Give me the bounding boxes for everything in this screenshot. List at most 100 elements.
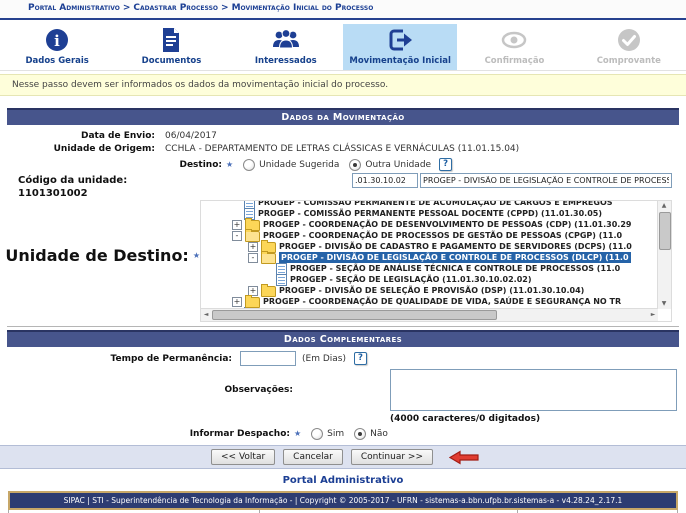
complementary-section-header: Dados Complementares bbox=[7, 330, 679, 347]
tree-node[interactable]: - PROGEP - COORDENAÇÃO DE PROCESSOS DE GE… bbox=[202, 230, 657, 241]
help-icon[interactable]: ? bbox=[354, 352, 367, 365]
leaf-icon bbox=[276, 274, 287, 286]
voltar-button[interactable]: << Voltar bbox=[211, 449, 275, 465]
collapse-icon[interactable]: - bbox=[248, 253, 258, 263]
tree-node[interactable]: - PROGEP - DIVISÃO DE LEGISLAÇÃO E CONTRO… bbox=[202, 252, 657, 263]
tree-node-label[interactable]: PROGEP - DIVISÃO DE SELEÇÃO E PROVISÃO (… bbox=[279, 285, 584, 296]
codigo-row: Código da unidade: 1101301002 bbox=[0, 173, 686, 200]
tree-node[interactable]: PROGEP - COMISSÃO PERMANENTE PESSOAL DOC… bbox=[202, 208, 657, 219]
tree-node[interactable]: + PROGEP - DIVISÃO DE SELEÇÃO E PROVISÃO … bbox=[202, 285, 657, 296]
tree-node-label[interactable]: PROGEP - DIVISÃO DE LEGISLAÇÃO E CONTROL… bbox=[279, 252, 631, 263]
tab-label: Documentos bbox=[114, 56, 228, 66]
destino-radio-group: Unidade Sugerida Outra Unidade bbox=[233, 159, 431, 171]
required-star-icon: ★ bbox=[294, 429, 301, 438]
destino-radio[interactable] bbox=[349, 159, 361, 171]
action-button-bar: << Voltar Cancelar Continuar >> bbox=[0, 445, 686, 469]
vertical-scroll-thumb[interactable] bbox=[659, 212, 671, 250]
breadcrumb-item[interactable]: Cadastrar Processo bbox=[133, 3, 218, 13]
footer-bar: SIPAC | STI - Superintendência de Tecnol… bbox=[8, 491, 678, 510]
unit-autocomplete-input[interactable] bbox=[420, 173, 672, 188]
tree-node[interactable]: PROGEP - SEÇÃO DE LEGISLAÇÃO (11.01.30.1… bbox=[202, 274, 657, 285]
despacho-radio[interactable] bbox=[354, 428, 366, 440]
expand-icon[interactable]: + bbox=[232, 297, 242, 307]
tree-node-label[interactable]: PROGEP - COORDENAÇÃO DE QUALIDADE DE VID… bbox=[263, 296, 621, 307]
expand-icon[interactable]: + bbox=[248, 242, 258, 252]
move-icon bbox=[343, 27, 457, 56]
horizontal-scroll-thumb[interactable] bbox=[212, 310, 497, 320]
despacho-radio-label[interactable]: Sim bbox=[327, 429, 344, 439]
scroll-down-icon[interactable]: ▼ bbox=[658, 299, 670, 309]
tab-dados-gerais[interactable]: iDados Gerais bbox=[0, 24, 114, 70]
breadcrumb-item[interactable]: Portal Administrativo bbox=[28, 3, 120, 13]
observations-textarea[interactable] bbox=[390, 369, 677, 411]
tab-label: Comprovante bbox=[572, 56, 686, 66]
destino-label: Destino: bbox=[0, 160, 222, 170]
expand-icon[interactable]: + bbox=[232, 220, 242, 230]
tempo-permanencia-input[interactable] bbox=[240, 351, 296, 366]
tree-node-label[interactable]: PROGEP - COORDENAÇÃO DE DESENVOLVIMENTO … bbox=[263, 219, 631, 230]
check-icon bbox=[572, 27, 686, 56]
tree-node[interactable]: + PROGEP - COORDENAÇÃO DE QUALIDADE DE VI… bbox=[202, 296, 657, 307]
unidade-destino-row: Unidade de Destino: ★ PROGEP - COMISSÃO … bbox=[0, 200, 686, 322]
tree-node[interactable]: + PROGEP - DIVISÃO DE CADASTRO E PAGAMENT… bbox=[202, 241, 657, 252]
tree-node-label[interactable]: PROGEP - SEÇÃO DE LEGISLAÇÃO (11.01.30.1… bbox=[290, 274, 531, 285]
tab-movimentacao-inicial[interactable]: Movimentação Inicial bbox=[343, 24, 457, 70]
breadcrumb: Portal Administrativo >Cadastrar Processo… bbox=[0, 0, 686, 20]
portal-administrativo-link[interactable]: Portal Administrativo bbox=[0, 475, 686, 486]
char-counter: (4000 caracteres/0 digitados) bbox=[390, 414, 686, 424]
scroll-up-icon[interactable]: ▲ bbox=[658, 201, 670, 211]
unit-code-input[interactable] bbox=[352, 173, 418, 188]
breadcrumb-item[interactable]: Movimentação Inicial do Processo bbox=[232, 3, 374, 13]
footer-text: SIPAC | STI - Superintendência de Tecnol… bbox=[64, 496, 623, 505]
step-tabs: iDados GeraisDocumentosInteressadosMovim… bbox=[0, 24, 686, 71]
tree-vertical-scrollbar[interactable]: ▲ ▼ bbox=[657, 201, 671, 309]
breadcrumb-separator: > bbox=[218, 3, 232, 13]
folder-closed-icon bbox=[245, 297, 260, 308]
despacho-radio-label[interactable]: Não bbox=[370, 429, 388, 439]
informar-despacho-label: Informar Despacho: bbox=[0, 429, 290, 439]
despacho-radio[interactable] bbox=[311, 428, 323, 440]
destino-radio-label[interactable]: Unidade Sugerida bbox=[259, 160, 339, 170]
destino-radio[interactable] bbox=[243, 159, 255, 171]
unit-tree-content: PROGEP - COMISSÃO PERMANENTE DE ACUMULAÇ… bbox=[202, 201, 657, 309]
observacoes-row: Observações: bbox=[0, 369, 686, 411]
scroll-left-icon[interactable]: ◄ bbox=[201, 310, 211, 320]
unidade-destino-label: Unidade de Destino: bbox=[5, 246, 188, 265]
tree-node-label[interactable]: PROGEP - SEÇÃO DE ANÁLISE TÉCNICA E CONT… bbox=[290, 263, 620, 274]
tree-horizontal-scrollbar[interactable]: ◄ ► bbox=[201, 308, 658, 321]
folder-closed-icon bbox=[261, 286, 276, 297]
folder-open-icon bbox=[261, 253, 276, 264]
unidade-origem-label: Unidade de Origem: bbox=[0, 144, 155, 154]
tree-node-label[interactable]: PROGEP - DIVISÃO DE CADASTRO E PAGAMENTO… bbox=[279, 241, 632, 252]
red-arrow-icon bbox=[449, 450, 479, 465]
tree-node-label[interactable]: PROGEP - COMISSÃO PERMANENTE PESSOAL DOC… bbox=[258, 208, 602, 219]
tree-node[interactable]: PROGEP - COMISSÃO PERMANENTE DE ACUMULAÇ… bbox=[202, 201, 657, 208]
tree-node[interactable]: PROGEP - SEÇÃO DE ANÁLISE TÉCNICA E CONT… bbox=[202, 263, 657, 274]
info-message: Nesse passo devem ser informados os dado… bbox=[0, 74, 686, 96]
expand-icon[interactable]: + bbox=[248, 286, 258, 296]
tab-comprovante: Comprovante bbox=[572, 24, 686, 70]
tempo-hint: (Em Dias) bbox=[302, 354, 346, 364]
collapse-icon[interactable]: - bbox=[232, 231, 242, 241]
document-icon bbox=[114, 27, 228, 56]
destino-row: Destino: ★ Unidade Sugerida Outra Unidade… bbox=[0, 158, 686, 171]
people-icon bbox=[229, 27, 343, 56]
required-star-icon: ★ bbox=[193, 251, 200, 260]
continuar-button[interactable]: Continuar >> bbox=[351, 449, 433, 465]
required-star-icon: ★ bbox=[226, 160, 233, 169]
movement-section-title: Dados da Movimentação bbox=[281, 112, 404, 123]
tree-node-label[interactable]: PROGEP - COORDENAÇÃO DE PROCESSOS DE GES… bbox=[263, 230, 622, 241]
observacoes-label: Observações: bbox=[0, 385, 293, 395]
eye-icon bbox=[457, 27, 571, 56]
tempo-permanencia-label: Tempo de Permanência: bbox=[0, 354, 232, 364]
help-icon[interactable]: ? bbox=[439, 158, 452, 171]
tab-documentos[interactable]: Documentos bbox=[114, 24, 228, 70]
tree-node-label[interactable]: PROGEP - COMISSÃO PERMANENTE DE ACUMULAÇ… bbox=[258, 201, 613, 208]
tree-node[interactable]: + PROGEP - COORDENAÇÃO DE DESENVOLVIMENTO… bbox=[202, 219, 657, 230]
data-envio-value: 06/04/2017 bbox=[165, 131, 217, 141]
tab-interessados[interactable]: Interessados bbox=[229, 24, 343, 70]
codigo-label: Código da unidade: bbox=[18, 174, 352, 187]
scroll-right-icon[interactable]: ► bbox=[648, 310, 658, 320]
destino-radio-label[interactable]: Outra Unidade bbox=[365, 160, 431, 170]
cancelar-button[interactable]: Cancelar bbox=[283, 449, 343, 465]
